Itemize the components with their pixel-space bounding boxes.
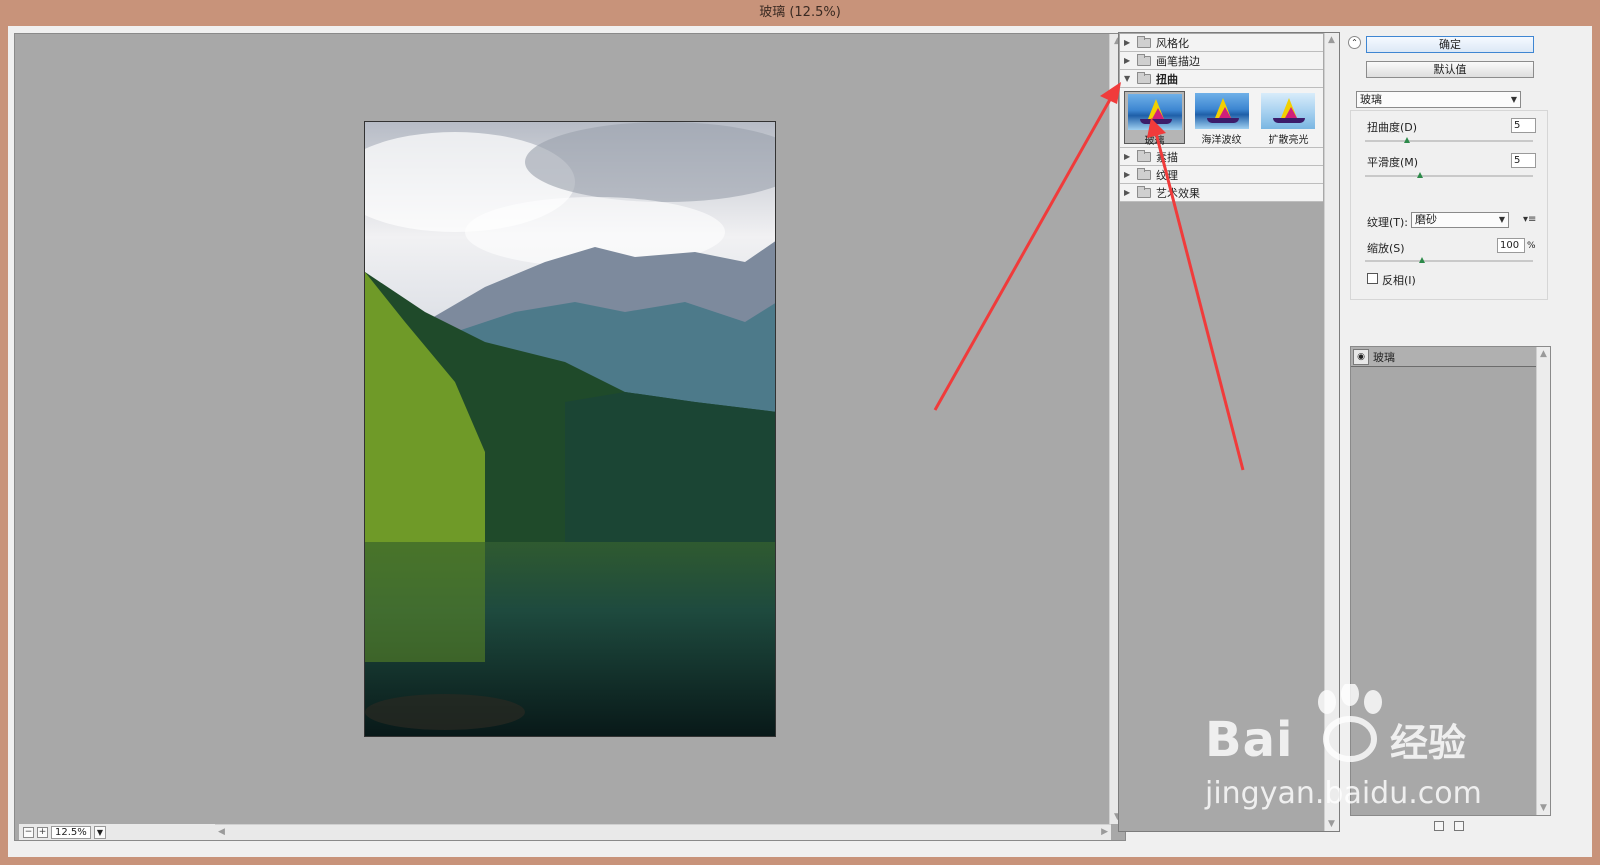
ocean-ripple-thumbnail-image bbox=[1194, 93, 1249, 129]
baidu-jingyan-watermark: Bai 经验 jingyan.baidu.com bbox=[1205, 684, 1490, 814]
category-artistic[interactable]: ▶ 艺术效果 bbox=[1120, 184, 1323, 202]
thumb-label: 扩散亮光 bbox=[1268, 135, 1309, 146]
scale-unit: % bbox=[1527, 241, 1536, 251]
collapse-gallery-icon[interactable]: ⌃ bbox=[1348, 36, 1361, 49]
folder-open-icon bbox=[1137, 71, 1151, 84]
thumb-label: 玻璃 bbox=[1144, 136, 1165, 147]
category-brush-strokes[interactable]: ▶ 画笔描边 bbox=[1120, 52, 1323, 70]
preview-area[interactable]: ▲ ▼ ◀ ▶ − + 12.5% ▼ bbox=[14, 33, 1126, 841]
category-label: 纹理 bbox=[1156, 168, 1178, 182]
filter-select-value: 玻璃 bbox=[1360, 93, 1382, 106]
invert-checkbox[interactable] bbox=[1367, 273, 1378, 284]
filter-select[interactable]: 玻璃 ▼ bbox=[1356, 91, 1521, 108]
chevron-down-icon: ▼ bbox=[1498, 215, 1505, 224]
expand-icon: ▶ bbox=[1124, 38, 1131, 47]
chevron-down-icon: ▼ bbox=[1510, 95, 1517, 104]
layers-scrollbar[interactable]: ▲ ▼ bbox=[1536, 347, 1550, 815]
category-distort[interactable]: ▼ 扭曲 bbox=[1120, 70, 1323, 88]
collapse-icon: ▼ bbox=[1124, 74, 1131, 83]
invert-label: 反相(I) bbox=[1382, 274, 1416, 287]
folder-icon bbox=[1137, 167, 1151, 180]
default-button[interactable]: 默认值 bbox=[1366, 61, 1534, 78]
layer-buttons bbox=[1434, 821, 1464, 831]
watermark-logo-text: Bai bbox=[1205, 712, 1294, 768]
new-effect-layer-icon[interactable] bbox=[1434, 821, 1444, 831]
folder-icon bbox=[1137, 185, 1151, 198]
category-label: 素描 bbox=[1156, 150, 1178, 164]
texture-select[interactable]: 磨砂 ▼ bbox=[1411, 212, 1509, 228]
scale-input[interactable]: 100 bbox=[1497, 238, 1525, 253]
folder-icon bbox=[1137, 35, 1151, 48]
filter-thumb-ocean-ripple[interactable]: 海洋波纹 bbox=[1191, 91, 1252, 146]
filter-thumb-glass[interactable]: 玻璃 bbox=[1124, 91, 1186, 147]
diffuse-glow-thumbnail-image bbox=[1261, 93, 1316, 129]
folder-icon bbox=[1137, 53, 1151, 66]
preview-image bbox=[364, 121, 776, 737]
watermark-url: jingyan.baidu.com bbox=[1205, 776, 1482, 811]
scale-label: 缩放(S) bbox=[1367, 242, 1405, 255]
distortion-label: 扭曲度(D) bbox=[1367, 121, 1418, 134]
category-label: 画笔描边 bbox=[1156, 54, 1200, 68]
zoom-level-field[interactable]: 12.5% bbox=[51, 825, 91, 839]
slider-handle[interactable] bbox=[1419, 257, 1426, 263]
window-title: 玻璃 (12.5%) bbox=[0, 0, 1600, 26]
distort-filter-thumbnails: 玻璃 海洋波纹 扩散亮光 bbox=[1120, 88, 1323, 148]
smoothness-label: 平滑度(M) bbox=[1367, 156, 1419, 169]
slider-handle[interactable] bbox=[1417, 172, 1424, 178]
eye-icon[interactable]: ◉ bbox=[1353, 348, 1369, 365]
category-sketch[interactable]: ▶ 素描 bbox=[1120, 148, 1323, 166]
expand-icon: ▶ bbox=[1124, 56, 1131, 65]
expand-icon: ▶ bbox=[1124, 170, 1131, 179]
texture-select-value: 磨砂 bbox=[1415, 213, 1437, 226]
ok-button[interactable]: 确定 bbox=[1366, 36, 1534, 53]
category-texture[interactable]: ▶ 纹理 bbox=[1120, 166, 1323, 184]
folder-icon bbox=[1137, 149, 1151, 162]
distortion-slider[interactable] bbox=[1365, 137, 1533, 143]
category-label: 风格化 bbox=[1156, 36, 1189, 50]
layer-name: 玻璃 bbox=[1373, 350, 1395, 364]
zoom-out-button[interactable]: − bbox=[23, 826, 34, 838]
delete-effect-layer-icon[interactable] bbox=[1454, 821, 1464, 831]
slider-handle[interactable] bbox=[1404, 137, 1410, 143]
distortion-input[interactable]: 5 bbox=[1511, 118, 1536, 133]
zoom-dropdown-button[interactable]: ▼ bbox=[94, 825, 106, 839]
thumb-label: 海洋波纹 bbox=[1201, 135, 1242, 146]
zoom-control: − + 12.5% ▼ bbox=[19, 824, 215, 840]
filter-thumb-diffuse-glow[interactable]: 扩散亮光 bbox=[1258, 91, 1319, 146]
smoothness-input[interactable]: 5 bbox=[1511, 153, 1536, 168]
filter-parameters: 扭曲度(D) 5 平滑度(M) 5 纹理(T): 磨砂 ▼ ▾≡ 缩放(S) 1… bbox=[1350, 110, 1548, 300]
category-stylize[interactable]: ▶ 风格化 bbox=[1120, 34, 1323, 52]
smoothness-slider[interactable] bbox=[1365, 172, 1533, 178]
preview-horizontal-scrollbar[interactable]: ◀ ▶ bbox=[215, 824, 1111, 840]
watermark-logo-suffix: 经验 bbox=[1390, 721, 1467, 765]
category-label: 扭曲 bbox=[1156, 72, 1178, 86]
expand-icon: ▶ bbox=[1124, 188, 1131, 197]
filter-gallery-window: 玻璃 (12.5%) ◀ ▶ − + 12.5% ▼ ▶ 风格化 ▶ 画笔描边 … bbox=[0, 0, 1600, 865]
category-label: 艺术效果 bbox=[1156, 186, 1200, 200]
effect-layer-glass[interactable]: ◉ 玻璃 bbox=[1351, 347, 1537, 367]
expand-icon: ▶ bbox=[1124, 152, 1131, 161]
zoom-in-button[interactable]: + bbox=[37, 826, 48, 838]
texture-menu-icon[interactable]: ▾≡ bbox=[1523, 214, 1536, 225]
paw-logo-icon bbox=[1318, 684, 1382, 762]
glass-thumbnail-image bbox=[1127, 94, 1182, 130]
scale-slider[interactable] bbox=[1365, 257, 1533, 263]
texture-label: 纹理(T): bbox=[1367, 216, 1409, 229]
